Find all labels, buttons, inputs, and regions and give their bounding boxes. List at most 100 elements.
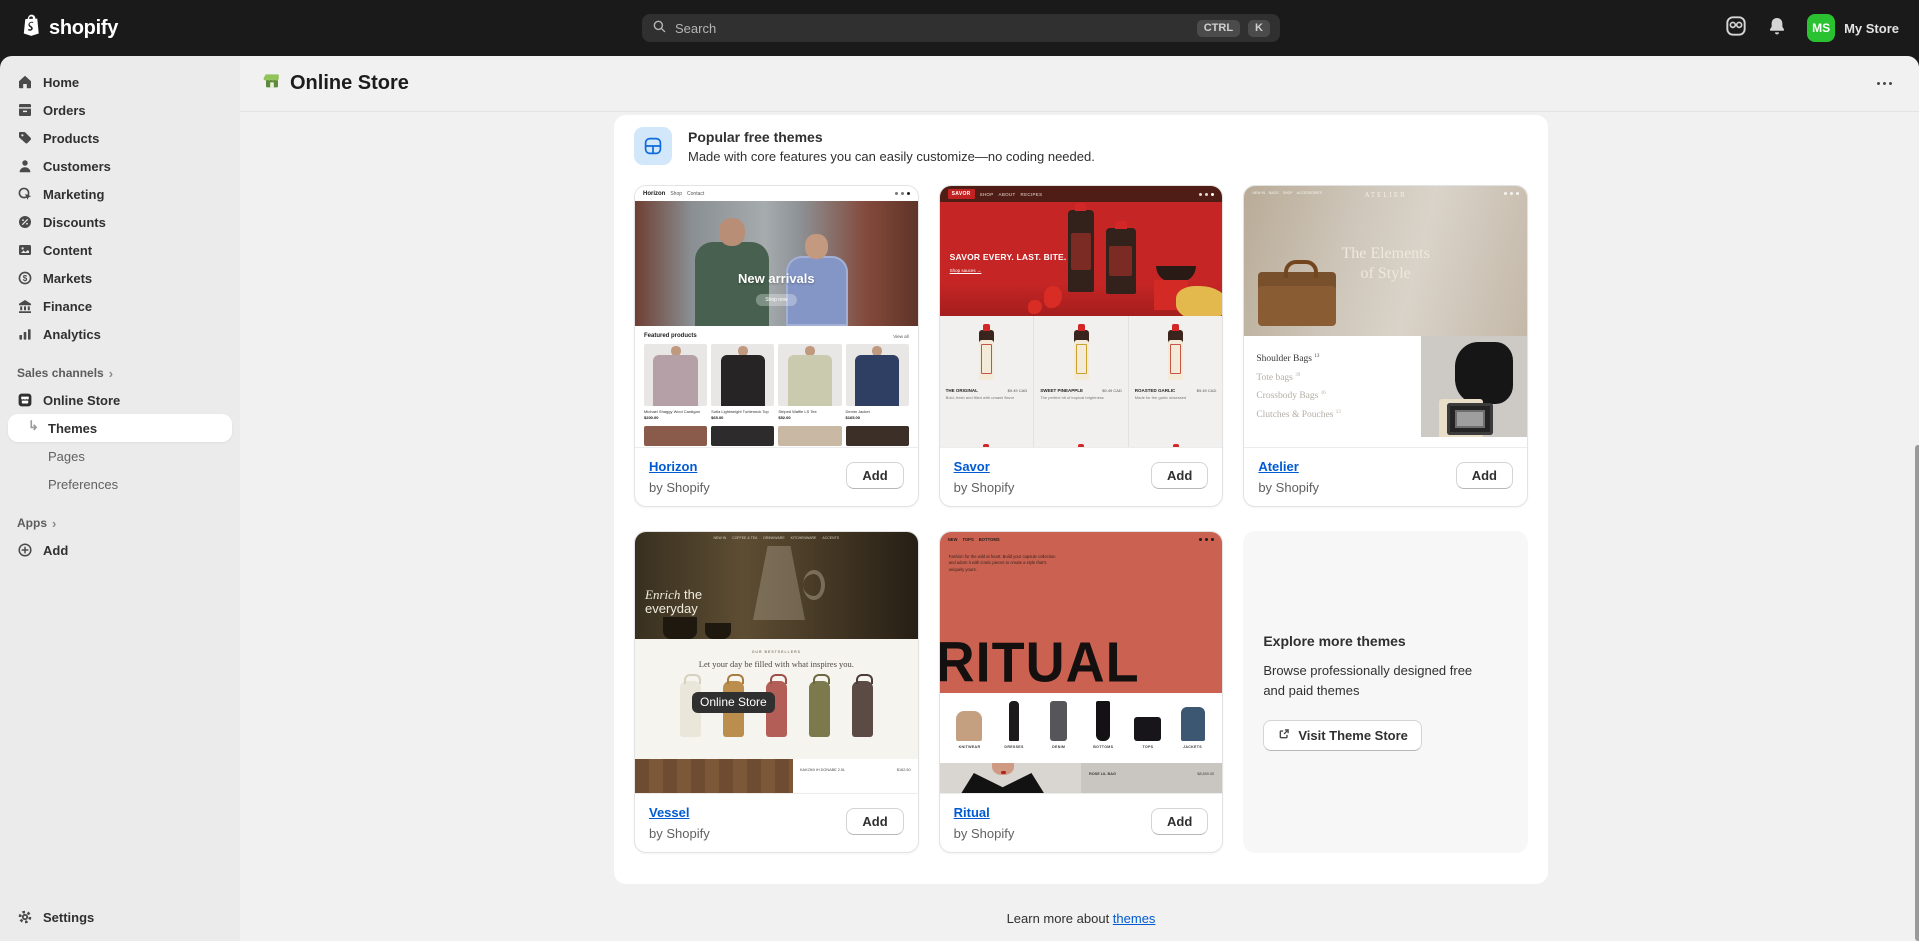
preview-product: Sofia Lightweight Turtleneck Top $65.00 <box>711 344 774 420</box>
target-icon <box>17 186 33 202</box>
plus-circle-icon <box>17 542 33 558</box>
sidebar-item-label: Content <box>43 243 92 258</box>
search-input[interactable]: Search CTRL K <box>642 14 1280 42</box>
lifestyle-photo <box>635 759 793 793</box>
sidebar-item-marketing[interactable]: Marketing <box>8 180 232 208</box>
apps-header[interactable]: Apps › <box>8 510 232 536</box>
home-icon <box>17 74 33 90</box>
sidebar: Home Orders Products Customers Marketing… <box>0 56 240 941</box>
sidekick-icon[interactable] <box>1725 15 1747 42</box>
add-theme-button[interactable]: Add <box>846 808 903 835</box>
sidebar-item-label: Settings <box>43 910 94 925</box>
visit-theme-store-button[interactable]: Visit Theme Store <box>1263 720 1422 751</box>
hero-image: NEW IN COFFEE & TEA DRINKWARE KITCHENWAR… <box>635 532 918 639</box>
sidebar-item-home[interactable]: Home <box>8 68 232 96</box>
category-row: KNITWEAR DRESSES DENIM BOTTOMS TOPS JACK… <box>940 693 1223 763</box>
panel-subtitle: Made with core features you can easily c… <box>688 149 1095 164</box>
sidebar-item-add-app[interactable]: Add <box>8 536 232 564</box>
sidebar-item-label: Online Store <box>43 393 120 408</box>
sidebar-item-markets[interactable]: $ Markets <box>8 264 232 292</box>
search-icon <box>652 19 667 37</box>
theme-card-vessel: NEW IN COFFEE & TEA DRINKWARE KITCHENWAR… <box>634 531 919 853</box>
sidebar-item-orders[interactable]: Orders <box>8 96 232 124</box>
bar-chart-icon <box>17 326 33 342</box>
topbar-actions: MS My Store <box>1725 14 1899 42</box>
sidebar-item-discounts[interactable]: Discounts <box>8 208 232 236</box>
notification-bell-icon[interactable] <box>1767 16 1787 41</box>
store-avatar: MS <box>1807 14 1835 42</box>
sidebar-item-pages[interactable]: Pages <box>8 442 232 470</box>
globe-dollar-icon: $ <box>17 270 33 286</box>
theme-preview-vessel: NEW IN COFFEE & TEA DRINKWARE KITCHENWAR… <box>635 532 918 793</box>
theme-name-link[interactable]: Vessel <box>649 805 690 820</box>
sidebar-item-label: Finance <box>43 299 92 314</box>
bottle-row <box>635 681 918 737</box>
explore-title: Explore more themes <box>1263 633 1405 649</box>
themes-icon <box>634 127 672 165</box>
orders-icon <box>17 102 33 118</box>
theme-card-savor: SAVOR SHOP ABOUT RECIPES <box>939 185 1224 507</box>
intro-text: Fashion for the wild at heart. Build you… <box>949 554 1061 573</box>
vertical-scrollbar[interactable] <box>1915 445 1919 941</box>
theme-name-link[interactable]: Horizon <box>649 459 697 474</box>
themes-grid: Horizon Shop Contact New arrivals Shop n… <box>634 185 1528 853</box>
app-frame: Home Orders Products Customers Marketing… <box>0 56 1919 941</box>
theme-name-link[interactable]: Savor <box>954 459 990 474</box>
add-theme-button[interactable]: Add <box>1151 462 1208 489</box>
sub-arrow-icon: ↳ <box>28 418 39 434</box>
theme-name-link[interactable]: Ritual <box>954 805 990 820</box>
add-theme-button[interactable]: Add <box>846 462 903 489</box>
panel-header: Popular free themes Made with core featu… <box>634 127 1528 165</box>
preview-brand: ATELIER <box>1244 191 1527 199</box>
bank-icon <box>17 298 33 314</box>
shopify-logo[interactable]: shopify <box>20 13 118 43</box>
discount-badge-icon <box>17 214 33 230</box>
shortcut-k-key: K <box>1248 20 1270 37</box>
hero-heading: The Elements of Style <box>1244 244 1527 284</box>
preview-product: Michael Shaggy Wool Cardigan $200.00 <box>644 344 707 420</box>
themes-panel: Popular free themes Made with core featu… <box>614 115 1548 884</box>
preview-product: ROSE LIL BAG $8,500.00 <box>1081 763 1222 793</box>
storefront-icon <box>17 392 33 408</box>
sales-channels-header[interactable]: Sales channels › <box>8 360 232 386</box>
category-photo <box>1421 336 1527 437</box>
shopify-logo-text: shopify <box>49 17 118 40</box>
section-title: Featured products <box>644 333 697 339</box>
sidebar-item-settings[interactable]: Settings <box>8 903 232 931</box>
sidebar-item-preferences[interactable]: Preferences <box>8 470 232 498</box>
hero-image: New arrivals Shop now <box>635 201 918 326</box>
sidebar-item-themes[interactable]: ↳ Themes <box>8 414 232 442</box>
sidebar-item-label: Marketing <box>43 187 104 202</box>
external-link-icon <box>1277 727 1291 744</box>
hero-heading: New arrivals <box>635 271 918 286</box>
lifestyle-photo <box>940 763 1081 793</box>
person-icon <box>17 158 33 174</box>
sidebar-item-label: Markets <box>43 271 92 286</box>
sidebar-item-online-store[interactable]: Online Store <box>8 386 232 414</box>
svg-text:$: $ <box>23 274 28 283</box>
sidebar-item-content[interactable]: Content <box>8 236 232 264</box>
more-options-button[interactable] <box>1869 71 1899 97</box>
online-store-channel-icon <box>263 72 281 96</box>
sidebar-item-label: Orders <box>43 103 86 118</box>
tagline: Let your day be filled with what inspire… <box>635 659 918 669</box>
add-theme-button[interactable]: Add <box>1456 462 1513 489</box>
page-header: Online Store <box>240 56 1919 112</box>
account-menu[interactable]: MS My Store <box>1807 14 1899 42</box>
add-theme-button[interactable]: Add <box>1151 808 1208 835</box>
preview-product: ROASTED GARLIC$9.49 CAD Made for the gar… <box>1129 316 1223 447</box>
sidebar-item-analytics[interactable]: Analytics <box>8 320 232 348</box>
panel-title: Popular free themes <box>688 129 1095 145</box>
sidebar-item-customers[interactable]: Customers <box>8 152 232 180</box>
shortcut-ctrl-key: CTRL <box>1197 20 1240 37</box>
sidebar-item-products[interactable]: Products <box>8 124 232 152</box>
themes-help-link[interactable]: themes <box>1113 911 1156 926</box>
hero-heading: RITUAL <box>940 635 1140 691</box>
preview-product: Denim Jacket $165.00 <box>846 344 909 420</box>
main-content: Online Store Popular free themes Made wi… <box>240 56 1919 941</box>
preview-product: Striped Waffle LS Tee $52.00 <box>778 344 841 420</box>
store-name: My Store <box>1844 21 1899 36</box>
footer-help: Learn more about themes <box>614 911 1548 926</box>
sidebar-item-finance[interactable]: Finance <box>8 292 232 320</box>
theme-name-link[interactable]: Atelier <box>1258 459 1298 474</box>
